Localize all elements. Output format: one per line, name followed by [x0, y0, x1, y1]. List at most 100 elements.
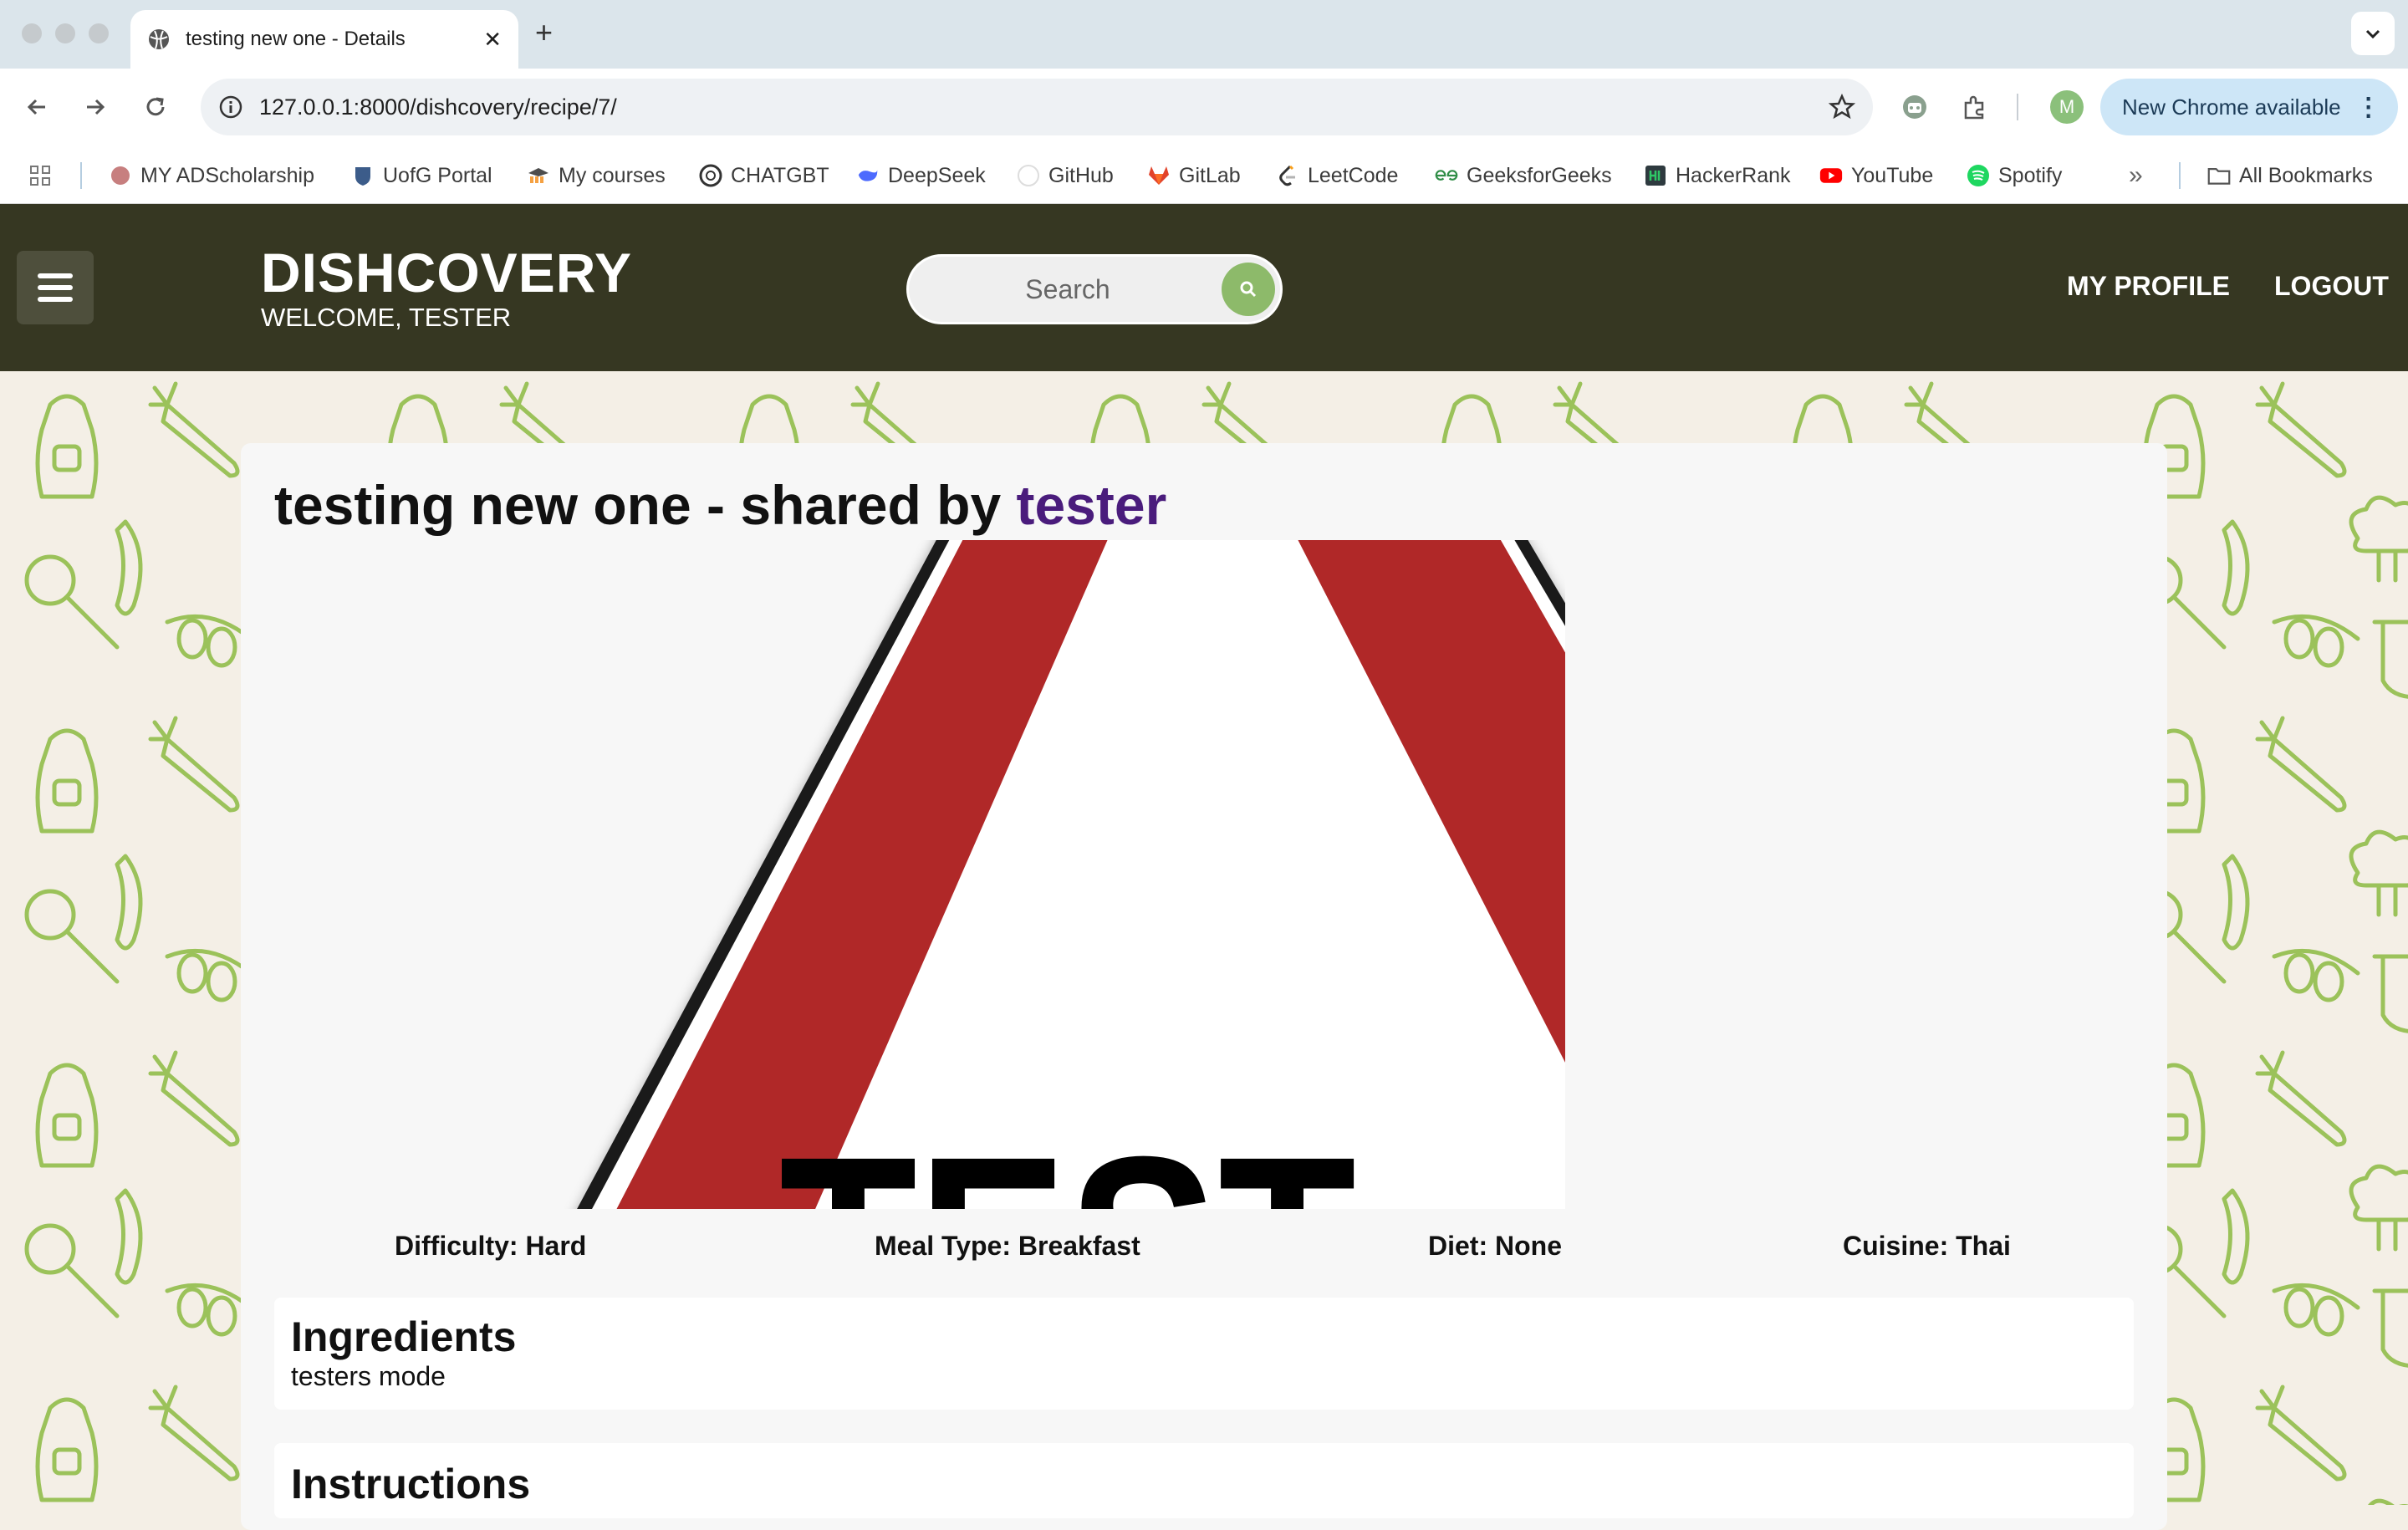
- site-header: DISHCOVERY WELCOME, TESTER MY PROFILE LO…: [0, 204, 2408, 371]
- moodle-icon: [527, 164, 550, 187]
- hackerrank-icon: [1644, 164, 1667, 187]
- url-text: 127.0.0.1:8000/dishcovery/recipe/7/: [259, 94, 617, 120]
- bookmark-label: LeetCode: [1308, 163, 1399, 187]
- new-chrome-available-button[interactable]: New Chrome available ⋮: [2100, 79, 2398, 135]
- recipe-image: TEST: [470, 540, 1565, 1209]
- bookmark-label: GitHub: [1048, 163, 1114, 187]
- extensions-puzzle-icon[interactable]: [1956, 89, 1993, 125]
- nav-logout[interactable]: LOGOUT: [2274, 271, 2389, 302]
- all-bookmarks-button[interactable]: All Bookmarks: [2207, 161, 2373, 191]
- search-form: [906, 254, 1283, 324]
- back-button[interactable]: [17, 87, 57, 127]
- apps-grid-icon: [28, 164, 52, 187]
- browser-toolbar: 127.0.0.1:8000/dishcovery/recipe/7/ M Ne…: [0, 69, 2408, 145]
- bookmark-hackerrank[interactable]: HackerRank: [1644, 161, 1791, 191]
- ingredients-text: testers mode: [291, 1361, 446, 1391]
- gitlab-icon: [1147, 164, 1171, 187]
- youtube-icon: [1819, 164, 1843, 187]
- bookmark-label: CHATGBT: [731, 163, 829, 187]
- new-chrome-label: New Chrome available: [2122, 94, 2341, 120]
- search-submit-button[interactable]: [1222, 263, 1275, 316]
- all-bookmarks-label: All Bookmarks: [2239, 163, 2373, 187]
- tab-title: testing new one - Details: [186, 28, 406, 50]
- bookmark-deepseek[interactable]: DeepSeek: [856, 161, 986, 191]
- bookmark-label: Spotify: [1998, 163, 2063, 187]
- meta-diet: Diet: None: [1428, 1231, 1562, 1261]
- double-chevron-right-icon: »: [2129, 161, 2143, 189]
- nav-my-profile[interactable]: MY PROFILE: [2067, 271, 2230, 302]
- bookmark-label: YouTube: [1851, 163, 1934, 187]
- bookmark-my-courses[interactable]: My courses: [527, 161, 666, 191]
- recipe-title-text: testing new one - shared by: [274, 474, 1002, 536]
- profile-avatar[interactable]: M: [2050, 90, 2084, 124]
- folder-icon: [2207, 164, 2231, 187]
- spotify-icon: [1967, 164, 1990, 187]
- window-zoom-dot[interactable]: [89, 23, 109, 43]
- bookmark-geeksforgeeks[interactable]: GeeksforGeeks: [1435, 161, 1612, 191]
- more-menu-icon[interactable]: ⋮: [2356, 93, 2381, 122]
- geeksforgeeks-icon: [1435, 164, 1458, 187]
- bookmarks-bar: MY ADScholarship UofG Portal My courses …: [0, 145, 2408, 204]
- scholarship-icon: [109, 164, 132, 187]
- uofg-crest-icon: [351, 164, 375, 187]
- recipe-title: testing new one - shared by tester: [274, 473, 1166, 537]
- bookmark-label: GitLab: [1179, 163, 1241, 187]
- bookmark-star-icon[interactable]: [1828, 93, 1856, 121]
- reload-button[interactable]: [135, 87, 176, 127]
- site-info-icon[interactable]: [217, 94, 244, 120]
- meta-difficulty: Difficulty: Hard: [395, 1231, 587, 1261]
- chevron-down-icon: [2363, 23, 2383, 43]
- github-icon: [1017, 164, 1040, 187]
- window-minimize-dot[interactable]: [55, 23, 75, 43]
- new-tab-button[interactable]: +: [535, 15, 553, 50]
- bookmark-label: My courses: [559, 163, 666, 187]
- bookmark-leetcode[interactable]: LeetCode: [1276, 161, 1398, 191]
- reload-icon: [146, 97, 165, 116]
- bookmark-chatgbt[interactable]: CHATGBT: [699, 161, 829, 191]
- bookmarks-divider: [2179, 162, 2181, 189]
- meta-meal-type: Meal Type: Breakfast: [875, 1231, 1140, 1261]
- hamburger-icon: [38, 273, 73, 302]
- tab-search-button[interactable]: [2351, 12, 2395, 55]
- bookmark-label: GeeksforGeeks: [1467, 163, 1612, 187]
- bookmark-label: UofG Portal: [383, 163, 492, 187]
- window-close-dot[interactable]: [22, 23, 42, 43]
- openai-icon: [699, 164, 722, 187]
- bookmark-label: MY ADScholarship: [140, 163, 314, 187]
- browser-tab-strip: testing new one - Details ✕ +: [0, 0, 2408, 69]
- recipe-author-link[interactable]: tester: [1017, 474, 1167, 536]
- tab-close-icon[interactable]: ✕: [483, 27, 502, 53]
- leetcode-icon: [1276, 164, 1299, 187]
- toolbar-divider: [2017, 94, 2018, 120]
- deepseek-whale-icon: [856, 164, 880, 187]
- arrow-right-icon: [87, 99, 105, 115]
- extension-robot-icon[interactable]: [1896, 89, 1933, 125]
- bookmark-github[interactable]: GitHub: [1017, 161, 1114, 191]
- instructions-heading: Instructions: [291, 1461, 531, 1507]
- bookmark-uofg-portal[interactable]: UofG Portal: [351, 161, 492, 191]
- bookmark-spotify[interactable]: Spotify: [1967, 161, 2062, 191]
- site-brand[interactable]: DISHCOVERY: [261, 241, 632, 304]
- meta-cuisine: Cuisine: Thai: [1843, 1231, 2011, 1261]
- hamburger-menu-button[interactable]: [17, 251, 94, 324]
- forward-button[interactable]: [75, 87, 115, 127]
- apps-grid-button[interactable]: [28, 161, 52, 191]
- bookmarks-overflow-button[interactable]: »: [2129, 161, 2143, 191]
- globe-icon: [147, 28, 171, 51]
- bookmark-label: HackerRank: [1676, 163, 1791, 187]
- browser-tab-active[interactable]: testing new one - Details ✕: [130, 10, 518, 69]
- arrow-left-icon: [27, 99, 45, 115]
- welcome-text: WELCOME, TESTER: [261, 303, 512, 332]
- sign-test-text: TEST: [779, 1100, 1356, 1209]
- address-bar[interactable]: 127.0.0.1:8000/dishcovery/recipe/7/: [201, 79, 1873, 135]
- bookmark-youtube[interactable]: YouTube: [1819, 161, 1933, 191]
- instructions-section: Instructions: [274, 1443, 2134, 1518]
- search-input[interactable]: [926, 273, 1210, 306]
- bookmark-label: DeepSeek: [888, 163, 986, 187]
- ingredients-section: Ingredients testers mode: [274, 1298, 2134, 1410]
- search-icon: [1240, 281, 1257, 298]
- bookmark-adscholarship[interactable]: MY ADScholarship: [109, 161, 314, 191]
- bookmarks-divider: [80, 162, 82, 189]
- ingredients-heading: Ingredients: [291, 1313, 517, 1360]
- bookmark-gitlab[interactable]: GitLab: [1147, 161, 1241, 191]
